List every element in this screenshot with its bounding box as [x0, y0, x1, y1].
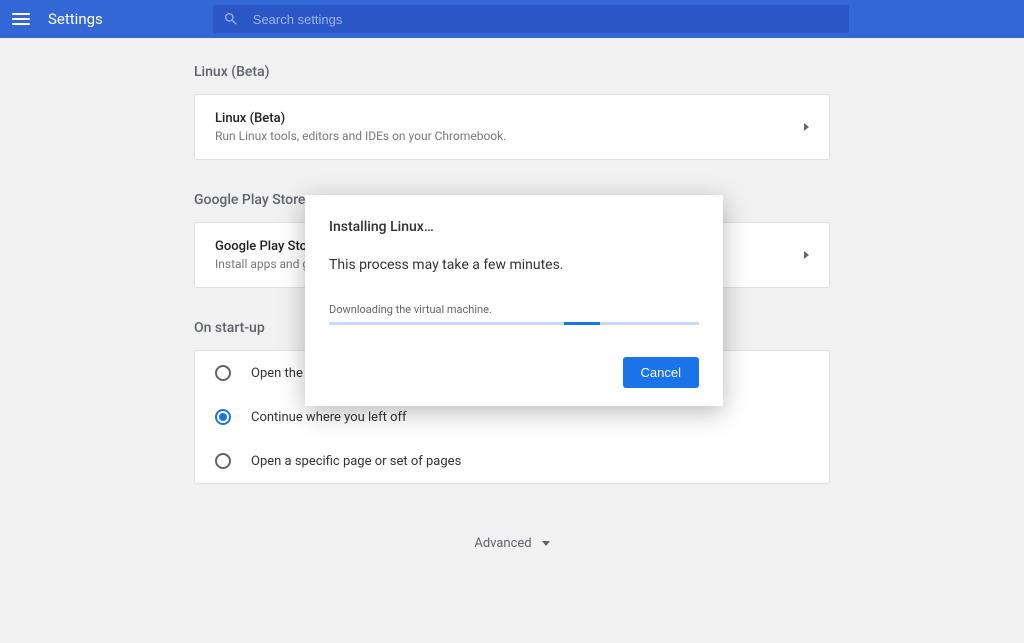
search-box[interactable]: [213, 5, 849, 33]
radio-icon[interactable]: [215, 453, 231, 469]
dialog-title: Installing Linux…: [329, 219, 699, 235]
linux-item-subtitle: Run Linux tools, editors and IDEs on you…: [215, 129, 804, 143]
dialog-status: Downloading the virtual machine.: [329, 303, 699, 316]
dialog-actions: Cancel: [329, 357, 699, 388]
dialog-body: This process may take a few minutes.: [329, 257, 699, 273]
chevron-right-icon: [804, 251, 809, 259]
startup-option-specific[interactable]: Open a specific page or set of pages: [195, 439, 829, 483]
progress-bar: [564, 322, 600, 325]
linux-beta-row[interactable]: Linux (Beta) Run Linux tools, editors an…: [195, 95, 829, 159]
radio-label: Continue where you left off: [251, 410, 407, 425]
linux-card: Linux (Beta) Run Linux tools, editors an…: [194, 94, 830, 160]
page-title: Settings: [48, 10, 103, 28]
progress-track: [329, 322, 699, 325]
cancel-button[interactable]: Cancel: [623, 357, 699, 388]
advanced-toggle[interactable]: Advanced: [194, 516, 830, 601]
search-input[interactable]: [253, 12, 839, 27]
hamburger-menu-icon[interactable]: [12, 10, 30, 28]
install-linux-dialog: Installing Linux… This process may take …: [305, 195, 723, 406]
chevron-down-icon: [542, 541, 550, 546]
search-icon: [223, 11, 239, 27]
radio-icon[interactable]: [215, 365, 231, 381]
radio-label: Open a specific page or set of pages: [251, 454, 461, 469]
radio-icon[interactable]: [215, 409, 231, 425]
chevron-right-icon: [804, 123, 809, 131]
section-title-linux: Linux (Beta): [194, 64, 830, 80]
app-header: Settings: [0, 0, 1024, 38]
advanced-label: Advanced: [474, 536, 531, 551]
linux-item-title: Linux (Beta): [215, 111, 804, 126]
